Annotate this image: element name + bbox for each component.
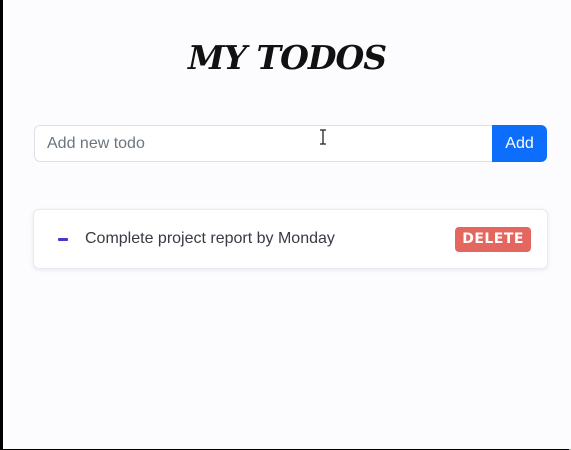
dash-bullet-icon — [58, 238, 68, 241]
add-todo-form: Add — [34, 125, 547, 162]
delete-button[interactable]: DELETE — [455, 227, 531, 252]
text-cursor-icon — [320, 129, 326, 145]
new-todo-input[interactable] — [34, 125, 492, 162]
todo-item: Complete project report by Monday DELETE — [33, 209, 548, 269]
todo-app: MY TODOS Add Complete project report by … — [3, 0, 571, 449]
todo-list: Complete project report by Monday DELETE — [33, 209, 548, 269]
add-button[interactable]: Add — [492, 125, 547, 162]
page-title: MY TODOS — [187, 38, 387, 77]
todo-text: Complete project report by Monday — [85, 230, 335, 247]
